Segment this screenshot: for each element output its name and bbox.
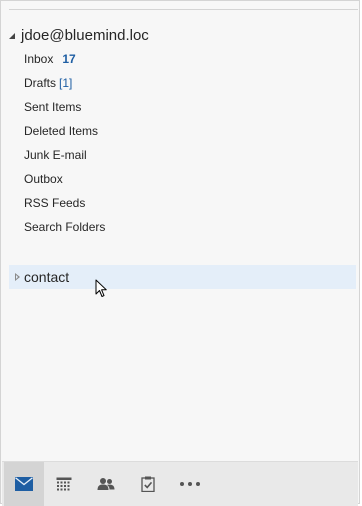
account-header[interactable]: jdoe@bluemind.loc	[9, 25, 149, 45]
folder-label: RSS Feeds	[24, 196, 86, 210]
folder-pane: jdoe@bluemind.loc Inbox 17 Drafts [1] Se…	[0, 0, 360, 506]
people-icon	[97, 478, 115, 490]
draft-count: [1]	[59, 76, 73, 90]
unread-count: 17	[62, 52, 76, 66]
tasks-icon	[141, 476, 155, 492]
folder-label: Sent Items	[24, 100, 82, 114]
folder-rss-feeds[interactable]: RSS Feeds	[24, 194, 85, 212]
folder-drafts[interactable]: Drafts [1]	[24, 74, 72, 92]
divider	[9, 9, 358, 10]
nav-mail[interactable]	[4, 462, 44, 506]
folder-inbox[interactable]: Inbox 17	[24, 50, 76, 68]
calendar-icon	[56, 477, 72, 491]
nav-more[interactable]	[170, 462, 210, 506]
mouse-pointer-icon	[95, 279, 107, 297]
folder-junk-email[interactable]: Junk E-mail	[24, 146, 87, 164]
nav-calendar[interactable]	[44, 462, 84, 506]
folder-label: Search Folders	[24, 220, 106, 234]
folder-label: Junk E-mail	[24, 148, 87, 162]
folder-label: Inbox	[24, 52, 54, 66]
folder-label: Outbox	[24, 172, 63, 186]
expand-triangle-icon[interactable]	[15, 273, 20, 281]
group-contact[interactable]: contact	[9, 265, 356, 289]
nav-people[interactable]	[86, 462, 126, 506]
navigation-bar	[2, 461, 358, 506]
mail-icon	[15, 477, 33, 491]
nav-tasks[interactable]	[128, 462, 168, 506]
folder-search-folders[interactable]: Search Folders	[24, 218, 105, 236]
folder-outbox[interactable]: Outbox	[24, 170, 63, 188]
folder-deleted-items[interactable]: Deleted Items	[24, 122, 98, 140]
group-label: contact	[24, 269, 70, 285]
folder-label: Drafts	[24, 76, 57, 90]
collapse-triangle-icon[interactable]	[9, 33, 15, 39]
folder-sent-items[interactable]: Sent Items	[24, 98, 81, 116]
more-icon	[180, 482, 200, 486]
account-name: jdoe@bluemind.loc	[21, 26, 149, 44]
folder-label: Deleted Items	[24, 124, 99, 138]
